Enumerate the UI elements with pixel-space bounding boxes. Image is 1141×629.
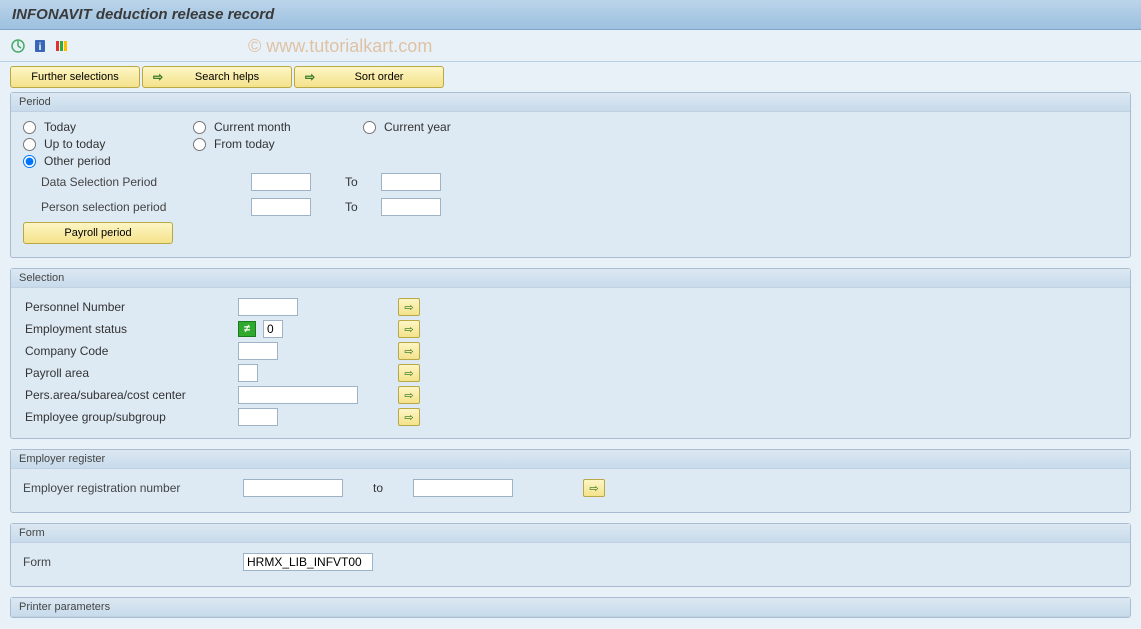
employer-reg-from-input[interactable] [243, 479, 343, 497]
multiselect-button[interactable]: ⇨ [398, 386, 420, 404]
data-selection-from-input[interactable] [251, 173, 311, 191]
selection-input[interactable] [263, 320, 283, 338]
person-selection-period-label: Person selection period [41, 200, 251, 214]
arrow-right-icon: ⇨ [404, 345, 413, 358]
multiselect-button[interactable]: ⇨ [398, 408, 420, 426]
selection-input-wrap [238, 386, 388, 404]
layout-icon[interactable] [54, 38, 70, 54]
form-label: Form [23, 555, 243, 569]
selection-row-label: Company Code [23, 344, 238, 358]
form-group: Form Form [10, 523, 1131, 587]
employer-reg-multiselect-button[interactable]: ⇨ [583, 479, 605, 497]
payroll-period-label: Payroll period [64, 227, 131, 239]
employer-reg-to-input[interactable] [413, 479, 513, 497]
selection-input-wrap [238, 298, 388, 316]
radio-from-today[interactable] [193, 138, 206, 151]
to-label-2: To [311, 200, 381, 214]
to-label-1: To [311, 175, 381, 189]
data-selection-period-label: Data Selection Period [41, 175, 251, 189]
radio-up-to-today[interactable] [23, 138, 36, 151]
multiselect-button[interactable]: ⇨ [398, 320, 420, 338]
selection-row: Employee group/subgroup ⇨ [23, 406, 1118, 428]
page-title: INFONAVIT deduction release record [0, 0, 1141, 30]
form-group-title: Form [11, 524, 1130, 543]
info-icon[interactable]: i [32, 38, 48, 54]
arrow-right-icon: ⇨ [404, 411, 413, 424]
execute-icon[interactable] [10, 38, 26, 54]
selection-input-wrap: ≠ [238, 320, 388, 338]
employer-register-group: Employer register Employer registration … [10, 449, 1131, 513]
selection-input-wrap [238, 342, 388, 360]
data-selection-to-input[interactable] [381, 173, 441, 191]
selection-group-title: Selection [11, 269, 1130, 288]
radio-up-to-today-label[interactable]: Up to today [44, 137, 105, 151]
arrow-right-icon: ⇨ [305, 70, 315, 84]
search-helps-label: Search helps [173, 71, 281, 83]
selection-input[interactable] [238, 298, 298, 316]
search-helps-button[interactable]: ⇨ Search helps [142, 66, 292, 88]
icon-toolbar: i [0, 30, 1141, 62]
content-area: Further selections ⇨ Search helps ⇨ Sort… [0, 62, 1141, 628]
radio-other-period-label[interactable]: Other period [44, 154, 111, 168]
selection-input[interactable] [238, 342, 278, 360]
selection-row-label: Personnel Number [23, 300, 238, 314]
arrow-right-icon: ⇨ [404, 389, 413, 402]
period-group: Period Today Current month Current year [10, 92, 1131, 258]
selection-row: Pers.area/subarea/cost center ⇨ [23, 384, 1118, 406]
radio-from-today-label[interactable]: From today [214, 137, 275, 151]
selection-input[interactable] [238, 386, 358, 404]
sort-order-label: Sort order [325, 71, 433, 83]
selection-row: Employment status≠ ⇨ [23, 318, 1118, 340]
printer-parameters-title: Printer parameters [11, 598, 1130, 617]
multiselect-button[interactable]: ⇨ [398, 364, 420, 382]
person-selection-from-input[interactable] [251, 198, 311, 216]
radio-today-label[interactable]: Today [44, 120, 76, 134]
not-equal-icon[interactable]: ≠ [238, 321, 256, 337]
selection-buttons-row: Further selections ⇨ Search helps ⇨ Sort… [10, 66, 1131, 88]
radio-current-month-label[interactable]: Current month [214, 120, 291, 134]
sort-order-button[interactable]: ⇨ Sort order [294, 66, 444, 88]
selection-row: Payroll area ⇨ [23, 362, 1118, 384]
selection-input[interactable] [238, 364, 258, 382]
printer-parameters-group: Printer parameters [10, 597, 1131, 618]
further-selections-label: Further selections [31, 71, 118, 83]
radio-today[interactable] [23, 121, 36, 134]
arrow-right-icon: ⇨ [404, 323, 413, 336]
arrow-right-icon: ⇨ [404, 367, 413, 380]
further-selections-button[interactable]: Further selections [10, 66, 140, 88]
arrow-right-icon: ⇨ [153, 70, 163, 84]
employer-register-title: Employer register [11, 450, 1130, 469]
selection-input[interactable] [238, 408, 278, 426]
employer-reg-to-label: to [343, 481, 413, 495]
selection-row-label: Employee group/subgroup [23, 410, 238, 424]
arrow-right-icon: ⇨ [404, 301, 413, 314]
radio-current-month[interactable] [193, 121, 206, 134]
selection-row-label: Pers.area/subarea/cost center [23, 388, 238, 402]
payroll-period-button[interactable]: Payroll period [23, 222, 173, 244]
arrow-right-icon: ⇨ [589, 482, 598, 495]
form-input[interactable] [243, 553, 373, 571]
radio-current-year[interactable] [363, 121, 376, 134]
employer-reg-number-label: Employer registration number [23, 481, 243, 495]
period-group-title: Period [11, 93, 1130, 112]
selection-row: Company Code ⇨ [23, 340, 1118, 362]
radio-other-period[interactable] [23, 155, 36, 168]
selection-group: Selection Personnel Number⇨Employment st… [10, 268, 1131, 439]
selection-row-label: Employment status [23, 322, 238, 336]
multiselect-button[interactable]: ⇨ [398, 342, 420, 360]
selection-row-label: Payroll area [23, 366, 238, 380]
multiselect-button[interactable]: ⇨ [398, 298, 420, 316]
selection-input-wrap [238, 364, 388, 382]
selection-row: Personnel Number ⇨ [23, 296, 1118, 318]
person-selection-to-input[interactable] [381, 198, 441, 216]
radio-current-year-label[interactable]: Current year [384, 120, 451, 134]
selection-input-wrap [238, 408, 388, 426]
svg-text:i: i [39, 42, 42, 53]
